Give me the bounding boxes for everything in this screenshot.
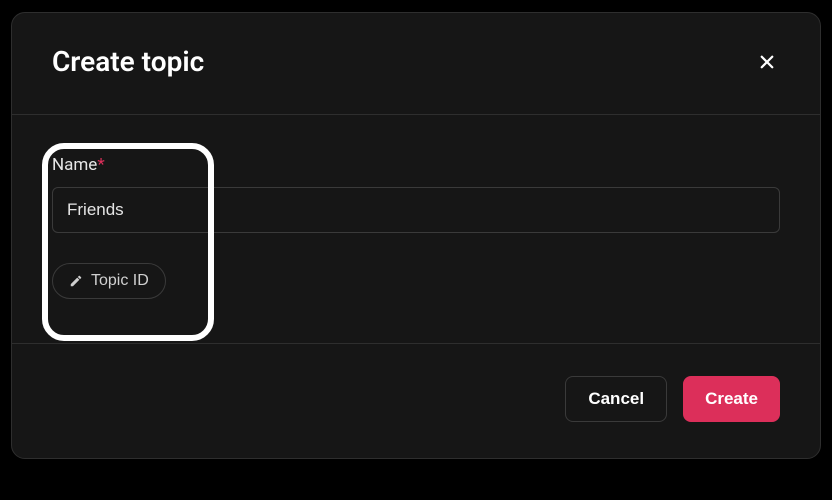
name-label-text: Name [52, 155, 97, 175]
cancel-button[interactable]: Cancel [565, 376, 667, 422]
topic-id-label: Topic ID [91, 272, 149, 290]
topic-id-button[interactable]: Topic ID [52, 263, 166, 299]
close-icon [758, 53, 776, 71]
dialog-body: Name* Topic ID [12, 115, 820, 344]
dialog-header: Create topic [12, 13, 820, 115]
create-button[interactable]: Create [683, 376, 780, 422]
required-asterisk: * [97, 155, 104, 175]
dialog-title: Create topic [52, 45, 204, 78]
dialog-footer: Cancel Create [12, 344, 820, 458]
create-topic-dialog: Create topic Name* Topic ID Cancel Creat… [11, 12, 821, 459]
name-input[interactable] [52, 187, 780, 233]
name-label: Name* [52, 155, 780, 175]
close-button[interactable] [754, 49, 780, 75]
pencil-icon [69, 274, 83, 288]
name-field-group: Name* Topic ID [52, 155, 780, 299]
